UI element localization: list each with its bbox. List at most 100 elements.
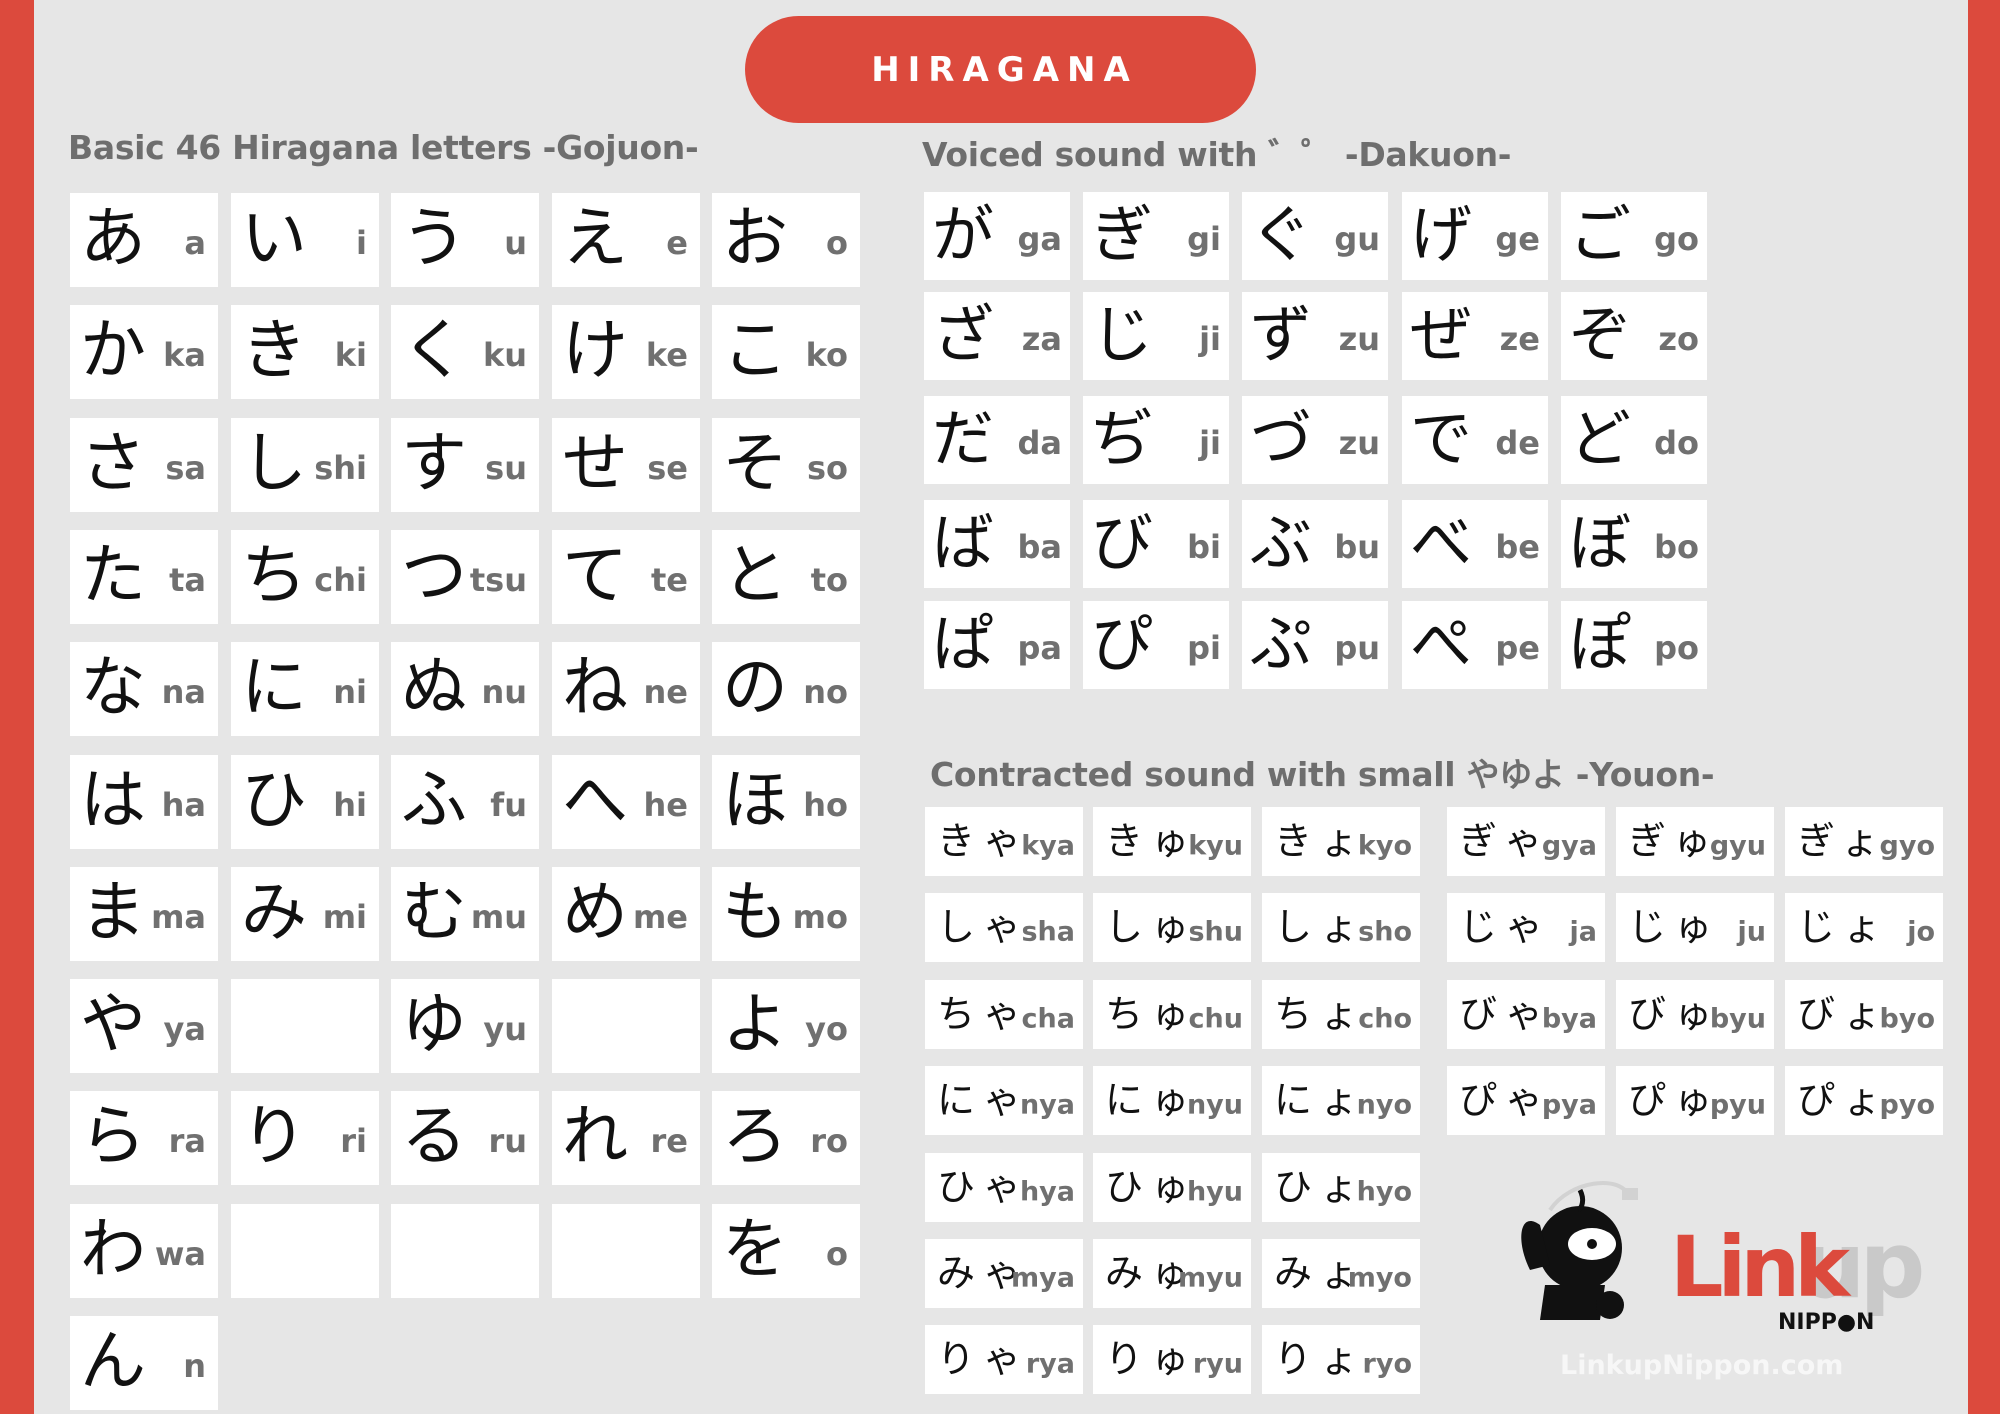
kana-character: う: [401, 199, 467, 277]
romaji-label: za: [1021, 320, 1062, 359]
kana-character: と: [722, 536, 788, 614]
kana-character: りゃ: [937, 1336, 1030, 1381]
linkup-nippon-logo: up Link NIPP●N LinkupNippon.com: [1500, 1170, 1925, 1390]
kana-cell: へ he: [552, 755, 700, 849]
kana-character: に: [241, 648, 307, 726]
romaji-label: me: [632, 898, 688, 937]
kana-cell: る ru: [391, 1091, 539, 1185]
kana-character: ざ: [932, 297, 995, 371]
kana-character: く: [401, 311, 467, 389]
kana-character: こ: [722, 311, 788, 389]
dakuon-heading: Voiced sound with ゛゜ -Dakuon-: [922, 135, 1512, 174]
kana-cell: わ wa: [70, 1204, 218, 1298]
kana-character: ちゅ: [1105, 991, 1198, 1036]
romaji-label: mi: [322, 898, 367, 937]
romaji-label: nyu: [1186, 1088, 1243, 1120]
kana-character: ちゃ: [937, 991, 1030, 1036]
kana-cell: ぺ pe: [1402, 601, 1548, 689]
kana-cell: や ya: [70, 979, 218, 1073]
romaji-label: o: [826, 1235, 848, 1274]
kana-cell: ぎゃ gya: [1447, 807, 1605, 876]
romaji-label: da: [1017, 424, 1063, 463]
kana-character: ね: [562, 648, 628, 726]
kana-character: しゅ: [1105, 904, 1198, 949]
romaji-label: myu: [1178, 1261, 1243, 1293]
romaji-label: yo: [805, 1010, 848, 1049]
romaji-label: sha: [1021, 915, 1075, 947]
romaji-label: ja: [1569, 915, 1597, 947]
romaji-label: zu: [1338, 424, 1380, 463]
romaji-label: nya: [1019, 1088, 1075, 1120]
kana-character: きゃ: [937, 818, 1030, 863]
kana-cell: ぴ pi: [1083, 601, 1229, 689]
kana-cell: め me: [552, 867, 700, 961]
kana-character: りゅ: [1105, 1336, 1198, 1381]
kana-character: ず: [1250, 297, 1313, 371]
kana-cell: こ ko: [712, 305, 860, 399]
kana-character: ぴ: [1091, 606, 1154, 680]
romaji-label: bo: [1654, 528, 1699, 567]
kana-character: さ: [80, 424, 146, 502]
kana-cell: ず zu: [1242, 292, 1388, 380]
kana-cell: きゃ kya: [925, 807, 1083, 876]
romaji-label: e: [666, 224, 688, 263]
kana-character: へ: [562, 761, 628, 839]
kana-cell: づ zu: [1242, 396, 1388, 484]
kana-character: ぴゃ: [1459, 1077, 1552, 1122]
kana-character: ぐ: [1250, 197, 1313, 271]
kana-character: きゅ: [1105, 818, 1198, 863]
romaji-label: pe: [1495, 629, 1540, 668]
kana-character: しゃ: [937, 904, 1030, 949]
kana-character: ぶ: [1250, 505, 1313, 579]
romaji-label: nu: [481, 673, 527, 712]
romaji-label: gi: [1187, 220, 1221, 259]
kana-cell: きゅ kyu: [1093, 807, 1251, 876]
kana-character: にょ: [1274, 1077, 1367, 1122]
kana-cell: な na: [70, 642, 218, 736]
kana-character: ぽ: [1569, 606, 1632, 680]
website-url[interactable]: LinkupNippon.com: [1560, 1352, 1843, 1379]
kana-cell: しゃ sha: [925, 893, 1083, 962]
kana-character: え: [562, 199, 628, 277]
romaji-label: ze: [1499, 320, 1540, 359]
kana-character: びょ: [1797, 991, 1890, 1036]
romaji-label: ho: [803, 786, 848, 825]
kana-cell: に ni: [231, 642, 379, 736]
romaji-label: zu: [1338, 320, 1380, 359]
romaji-label: mo: [792, 898, 848, 937]
kana-cell: あa: [70, 193, 218, 287]
romaji-label: shi: [314, 449, 367, 488]
romaji-label: tsu: [469, 561, 527, 600]
romaji-label: zo: [1658, 320, 1699, 359]
romaji-label: ku: [482, 336, 527, 375]
romaji-label: pu: [1334, 629, 1380, 668]
kana-cell: み mi: [231, 867, 379, 961]
romaji-label: be: [1495, 528, 1540, 567]
kana-cell: りょ ryo: [1262, 1325, 1420, 1394]
kana-cell: ぼ bo: [1561, 500, 1707, 588]
kana-character: にゅ: [1105, 1077, 1198, 1122]
kana-cell: と to: [712, 530, 860, 624]
kana-cell: り ri: [231, 1091, 379, 1185]
romaji-label: byo: [1879, 1002, 1935, 1034]
romaji-label: ta: [169, 561, 206, 600]
kana-character: む: [401, 873, 467, 951]
romaji-label: pi: [1187, 629, 1221, 668]
romaji-label: to: [810, 561, 848, 600]
kana-character: が: [932, 197, 995, 271]
romaji-label: bu: [1334, 528, 1380, 567]
kana-character: ぎゃ: [1459, 818, 1551, 863]
kana-character: ん: [80, 1322, 146, 1400]
romaji-label: gu: [1334, 220, 1380, 259]
kana-cell: ち chi: [231, 530, 379, 624]
romaji-label: po: [1654, 629, 1699, 668]
romaji-label: a: [184, 224, 206, 263]
kana-cell: れ re: [552, 1091, 700, 1185]
romaji-label: ga: [1017, 220, 1063, 259]
kana-cell: えe: [552, 193, 700, 287]
logo-link-text: Link: [1670, 1218, 1850, 1316]
romaji-label: o: [826, 224, 848, 263]
kana-character: ぱ: [932, 606, 995, 680]
kana-character: ぴゅ: [1628, 1077, 1721, 1122]
kana-cell: が ga: [924, 192, 1070, 280]
